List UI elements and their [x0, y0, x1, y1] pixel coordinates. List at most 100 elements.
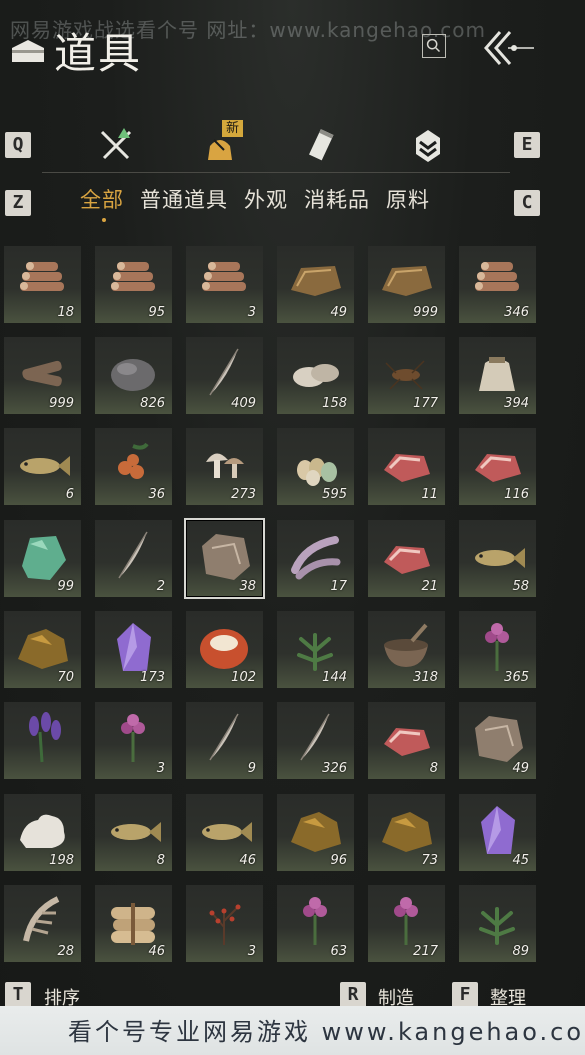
scroll-tab-icon[interactable]: [302, 124, 346, 168]
fish-icon: [202, 822, 252, 842]
mushroom-icon: [206, 453, 244, 478]
item-slot[interactable]: 365: [459, 611, 536, 688]
item-slot[interactable]: 89: [459, 885, 536, 962]
item-count: 11: [421, 487, 438, 502]
item-slot[interactable]: 144: [277, 611, 354, 688]
item-count: 99: [57, 579, 74, 594]
item-slot[interactable]: 116: [459, 428, 536, 505]
key-r-hint[interactable]: R: [340, 982, 366, 1008]
item-slot[interactable]: 95: [95, 246, 172, 323]
item-slot[interactable]: 8: [368, 702, 445, 779]
item-slot[interactable]: 177: [368, 337, 445, 414]
new-badge: 新: [222, 120, 244, 137]
subtab-consumable[interactable]: 消耗品: [304, 184, 370, 216]
bark-icon: [291, 266, 341, 296]
item-slot[interactable]: 999: [4, 337, 81, 414]
item-count: 96: [330, 853, 347, 868]
fish-icon: [475, 548, 525, 568]
bag-icon: [12, 40, 44, 62]
item-slot[interactable]: 73: [368, 794, 445, 871]
feather-icon: [209, 713, 239, 761]
material-tab-icon[interactable]: [406, 124, 450, 168]
item-slot[interactable]: 346: [459, 246, 536, 323]
ore-icon: [382, 812, 432, 852]
subtab-common[interactable]: 普通道具: [140, 184, 228, 216]
bowl-icon: [384, 623, 428, 667]
eggs-icon: [297, 458, 337, 486]
item-slot[interactable]: 273: [186, 428, 263, 505]
ore-icon: [291, 812, 341, 852]
item-slot[interactable]: 96: [277, 794, 354, 871]
item-count: 73: [421, 853, 438, 868]
item-count: 28: [57, 944, 74, 959]
item-slot[interactable]: 8: [95, 794, 172, 871]
subtab-material[interactable]: 原料: [386, 184, 430, 216]
item-count: 36: [148, 487, 165, 502]
item-count: 999: [413, 305, 438, 320]
ore-icon: [18, 629, 68, 669]
back-icon[interactable]: [478, 26, 538, 70]
key-f-hint[interactable]: F: [452, 982, 478, 1008]
item-slot[interactable]: 999: [368, 246, 445, 323]
key-t-hint[interactable]: T: [5, 982, 31, 1008]
item-count: 177: [413, 396, 438, 411]
search-icon: [426, 38, 441, 53]
item-slot[interactable]: 173: [95, 611, 172, 688]
item-slot[interactable]: 49: [459, 702, 536, 779]
watermark-banner-text: 看个号专业网易游戏 www.kangehao.com: [68, 1018, 585, 1046]
header: 道具: [0, 0, 585, 90]
item-slot[interactable]: 45: [459, 794, 536, 871]
item-slot[interactable]: 2: [95, 520, 172, 597]
item-slot[interactable]: 394: [459, 337, 536, 414]
item-slot[interactable]: 326: [277, 702, 354, 779]
item-slot[interactable]: 17: [277, 520, 354, 597]
item-slot[interactable]: 28: [4, 885, 81, 962]
subtab-appearance[interactable]: 外观: [244, 184, 288, 216]
item-slot[interactable]: 217: [368, 885, 445, 962]
item-slot[interactable]: 318: [368, 611, 445, 688]
key-q-hint[interactable]: Q: [5, 132, 31, 158]
page-title: 道具: [54, 29, 143, 78]
feather-icon: [300, 713, 330, 761]
item-count: 89: [512, 944, 529, 959]
item-slot[interactable]: 36: [95, 428, 172, 505]
item-slot[interactable]: 70: [4, 611, 81, 688]
item-slot[interactable]: 63: [277, 885, 354, 962]
item-slot[interactable]: 826: [95, 337, 172, 414]
firewood-icon: [22, 360, 62, 387]
item-slot[interactable]: 11: [368, 428, 445, 505]
item-slot[interactable]: 21: [368, 520, 445, 597]
item-slot[interactable]: 46: [95, 885, 172, 962]
item-slot[interactable]: 46: [186, 794, 263, 871]
item-slot[interactable]: 3: [95, 702, 172, 779]
item-slot[interactable]: 9: [186, 702, 263, 779]
meat-icon: [384, 546, 430, 574]
logs-icon: [111, 262, 155, 291]
fish-icon: [111, 822, 161, 842]
key-c-hint[interactable]: C: [514, 190, 540, 216]
item-slot[interactable]: 198: [4, 794, 81, 871]
item-slot[interactable]: 38: [184, 518, 265, 599]
item-slot[interactable]: 158: [277, 337, 354, 414]
item-slot[interactable]: 102: [186, 611, 263, 688]
item-slot[interactable]: 409: [186, 337, 263, 414]
branch-icon: [209, 904, 241, 945]
weapons-tab-icon[interactable]: [94, 124, 138, 168]
item-slot[interactable]: [4, 702, 81, 779]
item-slot[interactable]: 6: [4, 428, 81, 505]
item-count: 95: [148, 305, 165, 320]
item-slot[interactable]: 49: [277, 246, 354, 323]
item-slot[interactable]: 58: [459, 520, 536, 597]
item-slot[interactable]: 595: [277, 428, 354, 505]
key-e-hint[interactable]: E: [514, 132, 540, 158]
item-count: 49: [512, 761, 529, 776]
search-button[interactable]: [422, 34, 446, 58]
item-slot[interactable]: 18: [4, 246, 81, 323]
item-count: 116: [504, 487, 529, 502]
key-z-hint[interactable]: Z: [5, 190, 31, 216]
item-count: 17: [330, 579, 347, 594]
item-slot[interactable]: 99: [4, 520, 81, 597]
subtab-all[interactable]: 全部: [80, 184, 124, 216]
item-slot[interactable]: 3: [186, 246, 263, 323]
item-slot[interactable]: 3: [186, 885, 263, 962]
